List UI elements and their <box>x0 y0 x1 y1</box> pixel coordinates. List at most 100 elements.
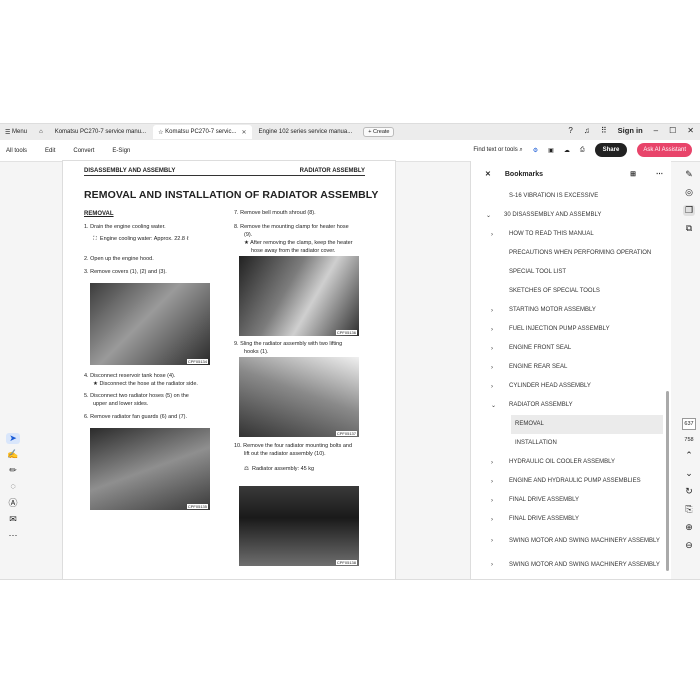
print-icon[interactable]: ⎙ <box>580 147 585 154</box>
ai-icon[interactable]: ◎ <box>685 187 693 198</box>
bookmark-item[interactable]: PRECAUTIONS WHEN PERFORMING OPERATION <box>471 244 667 263</box>
ai-assistant-button[interactable]: Ask AI Assistant <box>637 143 692 157</box>
comment-icon[interactable]: ✎ <box>685 169 693 180</box>
zoom-out-icon[interactable]: ⊖ <box>685 540 693 551</box>
bookmark-item[interactable]: › ENGINE REAR SEAL <box>471 358 667 377</box>
chevron-right-icon[interactable]: › <box>491 538 493 544</box>
step-text: 9. Sling the radiator assembly with two … <box>234 341 343 347</box>
bookmark-label: S-16 VIBRATION IS EXCESSIVE <box>509 193 599 199</box>
all-tools-menu[interactable]: All tools <box>6 148 27 154</box>
esign-menu[interactable]: E-Sign <box>112 148 130 154</box>
save-copy-icon[interactable]: ⎘ <box>685 504 692 515</box>
bookmark-item[interactable]: › SWING MOTOR AND SWING MACHINERY ASSEMBL… <box>471 553 667 577</box>
chevron-right-icon[interactable]: › <box>491 232 493 238</box>
bell-icon[interactable]: ♫ <box>584 126 590 135</box>
minimize-icon[interactable]: – <box>654 126 658 135</box>
chevron-right-icon[interactable]: › <box>491 562 493 568</box>
bookmark-item[interactable]: ⌄ RADIATOR ASSEMBLY <box>471 396 667 415</box>
comment-tool-icon[interactable]: ✍ <box>7 449 18 460</box>
bookmarks-title: Bookmarks <box>504 170 544 178</box>
close-window-icon[interactable]: ✕ <box>687 126 694 135</box>
chevron-right-icon[interactable]: › <box>491 460 493 466</box>
draw-tool-icon[interactable]: ✏ <box>9 465 17 476</box>
bookmark-item[interactable]: › FINAL DRIVE ASSEMBLY <box>471 491 667 510</box>
chevron-right-icon[interactable]: › <box>491 384 493 390</box>
bookmark-item[interactable]: › SWING MOTOR AND SWING MACHINERY ASSEMBL… <box>471 529 667 553</box>
heater-hose-photo: CPF05136 <box>239 256 359 336</box>
bookmark-label: FINAL DRIVE ASSEMBLY <box>509 516 580 522</box>
bookmark-item[interactable]: › ENGINE AND HYDRAULIC PUMP ASSEMBLIES <box>471 472 667 491</box>
bookmark-item[interactable]: REMOVAL <box>511 415 663 434</box>
save-icon[interactable]: ▣ <box>548 147 554 154</box>
more-tools-icon[interactable]: ⋯ <box>9 530 18 541</box>
bookmark-item[interactable]: ⌄ 30 DISASSEMBLY AND ASSEMBLY <box>471 206 667 225</box>
create-button[interactable]: + Create <box>363 127 395 137</box>
lasso-tool-icon[interactable]: ◌ <box>10 481 15 491</box>
upload-icon[interactable]: ☁ <box>564 147 570 154</box>
step-text: ⛶ Engine cooling water: Approx. 22.8 ℓ <box>93 236 189 242</box>
bookmark-item[interactable]: › HYDRAULIC OIL COOLER ASSEMBLY <box>471 453 667 472</box>
text-tool-icon[interactable]: Ⓐ <box>8 496 17 509</box>
search-icon: ⌕ <box>519 146 523 153</box>
find-text-button[interactable]: Find text or tools ⌕ <box>473 147 522 154</box>
page-header: DISASSEMBLY AND ASSEMBLY RADIATOR ASSEMB… <box>84 168 365 176</box>
bookmark-item[interactable]: SPECIAL TOOL LIST <box>471 263 667 282</box>
more-options-icon[interactable]: ⋯ <box>656 170 663 178</box>
close-icon[interactable]: ✕ <box>241 129 246 136</box>
bookmark-label: ENGINE FRONT SEAL <box>509 345 572 351</box>
step-text: 5. Disconnect two radiator hoses (5) on … <box>84 393 189 399</box>
chevron-down-icon[interactable]: ⌄ <box>491 402 496 409</box>
star-icon: ☆ <box>158 129 166 136</box>
tab-document-3[interactable]: Engine 102 series service manua... <box>254 125 358 139</box>
convert-menu[interactable]: Convert <box>73 148 94 154</box>
sign-in-button[interactable]: Sign in <box>618 126 643 135</box>
chevron-up-icon[interactable]: ⌃ <box>685 450 693 461</box>
chevron-right-icon[interactable]: › <box>491 365 493 371</box>
chevron-down-icon[interactable]: ⌄ <box>486 212 491 219</box>
bookmark-item[interactable]: S-16 VIBRATION IS EXCESSIVE <box>471 187 667 206</box>
step-text: 8. Remove the mounting clamp for heater … <box>234 224 349 230</box>
maximize-icon[interactable]: ☐ <box>669 126 676 135</box>
bookmark-add-icon[interactable]: ⊞ <box>630 170 636 178</box>
ai-tools-icon[interactable]: ⚙ <box>533 147 538 154</box>
bookmark-item[interactable]: INSTALLATION <box>471 434 667 453</box>
bookmark-item[interactable]: › ENGINE FRONT SEAL <box>471 339 667 358</box>
stamp-tool-icon[interactable]: ✉ <box>9 514 17 525</box>
bookmark-item[interactable]: SKETCHES OF SPECIAL TOOLS <box>471 282 667 301</box>
section-subtitle: REMOVAL <box>84 211 114 217</box>
menu-button[interactable]: ☰ Menu <box>0 125 32 139</box>
refresh-icon[interactable]: ↻ <box>685 486 693 497</box>
bookmark-label: SWING MOTOR AND SWING MACHINERY ASSEMBLY <box>509 537 660 544</box>
bookmark-item[interactable]: › CYLINDER HEAD ASSEMBLY <box>471 377 667 396</box>
select-tool-icon[interactable]: ➤ <box>6 433 20 444</box>
zoom-in-icon[interactable]: ⊕ <box>685 522 693 533</box>
tab-document-2[interactable]: ☆ Komatsu PC270-7 servic... ✕ <box>153 125 252 139</box>
step-text: 10. Remove the four radiator mounting bo… <box>234 443 353 449</box>
apps-icon[interactable]: ⠿ <box>601 126 607 135</box>
bookmark-item[interactable]: › HOW TO READ THIS MANUAL <box>471 225 667 244</box>
chevron-right-icon[interactable]: › <box>491 346 493 352</box>
help-icon[interactable]: ? <box>568 126 572 135</box>
close-panel-icon[interactable]: ✕ <box>485 170 491 178</box>
radiator-cover-photo: CPF05134 <box>90 283 210 365</box>
edit-menu[interactable]: Edit <box>45 148 55 154</box>
bookmark-panel-icon[interactable]: ❐ <box>682 205 696 216</box>
scrollbar[interactable] <box>666 391 669 571</box>
chevron-right-icon[interactable]: › <box>491 517 493 523</box>
bookmark-item[interactable]: › FINAL DRIVE ASSEMBLY <box>471 510 667 529</box>
bookmark-label: CYLINDER HEAD ASSEMBLY <box>509 383 591 389</box>
bookmark-item[interactable]: › FUEL INJECTION PUMP ASSEMBLY <box>471 320 667 339</box>
bookmark-item[interactable]: › STARTING MOTOR ASSEMBLY <box>471 301 667 320</box>
chevron-right-icon[interactable]: › <box>491 479 493 485</box>
tab-document-1[interactable]: Komatsu PC270-7 service manu... <box>50 125 151 139</box>
chevron-down-icon[interactable]: ⌄ <box>685 468 693 479</box>
page-number-input[interactable]: 637 <box>682 418 696 430</box>
step-text: hose away from the radiator cover. <box>251 248 336 254</box>
pages-icon[interactable]: ⧉ <box>686 223 692 234</box>
home-button[interactable]: ⌂ <box>34 125 48 139</box>
chevron-right-icon[interactable]: › <box>491 327 493 333</box>
share-button[interactable]: Share <box>594 143 628 157</box>
chevron-right-icon[interactable]: › <box>491 308 493 314</box>
chevron-right-icon[interactable]: › <box>491 498 493 504</box>
step-text: lift out the radiator assembly (10). <box>244 451 326 457</box>
